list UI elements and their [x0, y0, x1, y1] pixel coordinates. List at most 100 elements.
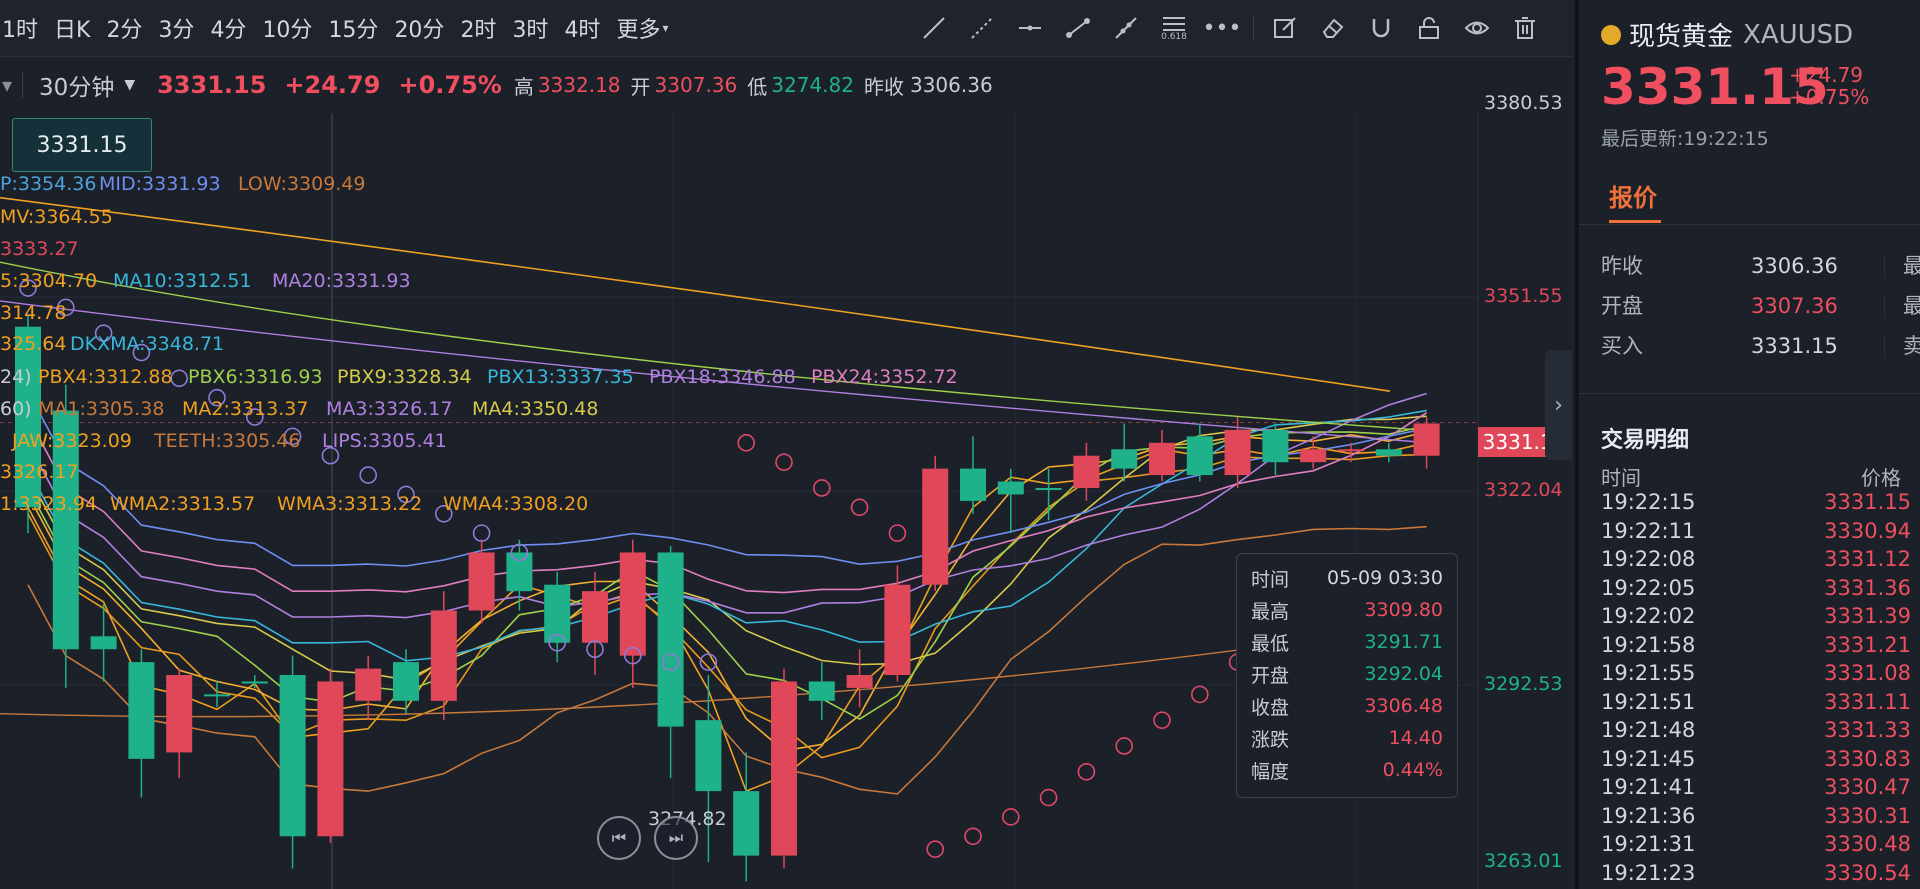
dashed-line-icon[interactable] — [965, 11, 999, 45]
high-value: 3332.18 — [537, 73, 621, 97]
candle-body — [166, 675, 193, 753]
indicator-value: WMA2:3313.57 — [110, 493, 256, 515]
chevron-down-icon[interactable]: ▾ — [2, 73, 12, 97]
indicator-value: DKXMA:3348.71 — [70, 333, 225, 355]
quote-extra-key: 最 — [1903, 294, 1920, 318]
trade-time: 19:21:23 — [1601, 860, 1696, 885]
trade-row: 19:21:55 3331.08 — [1601, 661, 1911, 690]
gold-coin-icon — [1601, 24, 1621, 45]
segment-line-icon[interactable] — [1061, 11, 1095, 45]
drawing-tools: 0.618 ••• — [917, 0, 1542, 56]
chevron-down-icon[interactable]: ▼ — [124, 77, 135, 93]
trash-icon[interactable] — [1508, 11, 1542, 45]
timeframe-2[interactable]: 2分 — [106, 12, 142, 44]
indicator-value: 3326.17 — [0, 461, 79, 483]
sar-dot — [1191, 685, 1209, 704]
indicator-value: JAW:3323.09 — [12, 430, 132, 452]
price-axis-label: 3322.04 — [1484, 479, 1563, 501]
tooltip-row: 最低 3291.71 — [1237, 626, 1457, 658]
horizontal-line-icon[interactable] — [1013, 11, 1047, 45]
trade-time: 19:21:45 — [1601, 746, 1696, 771]
sar-dot — [1153, 711, 1171, 729]
trades-title: 交易明细 — [1601, 428, 1690, 453]
trade-row: 19:21:45 3330.83 — [1601, 747, 1911, 776]
candle-body — [771, 681, 797, 856]
candle-body — [1338, 449, 1364, 452]
trade-row: 19:22:15 3331.15 — [1601, 490, 1911, 519]
more-dots-icon[interactable]: ••• — [1203, 11, 1242, 45]
candle-body — [90, 636, 117, 650]
tooltip-value: 14.40 — [1388, 727, 1443, 749]
indicator-value: MA20:3331.93 — [272, 270, 411, 292]
divider — [1579, 393, 1920, 394]
timeframe-11[interactable]: 更多 — [616, 12, 660, 44]
divider — [1884, 256, 1885, 278]
timeframe-toolbar: 1时 日K 2分 3分 4分 10分 15分 20分 2时 3时 4时 更多 ▾ 0.618 ••• — [0, 0, 1572, 57]
extend-line-icon[interactable] — [1109, 11, 1143, 45]
candle-body — [582, 591, 608, 643]
tooltip-value: 3309.80 — [1364, 599, 1443, 621]
tooltip-value: 0.44% — [1382, 759, 1443, 781]
timeframe-10[interactable]: 4时 — [564, 12, 600, 44]
trade-time: 19:21:31 — [1601, 832, 1696, 856]
trade-row: 19:21:41 3330.47 — [1601, 775, 1911, 804]
timeframe-list: 1时 日K 2分 3分 4分 10分 15分 20分 2时 3时 4时 更多 ▾ — [0, 12, 668, 44]
scroll-back-button[interactable]: ⏮ — [597, 816, 641, 860]
divider — [22, 72, 24, 98]
quote-key: 买入 — [1601, 334, 1643, 358]
trade-price: 3330.48 — [1824, 832, 1911, 856]
price-change-pct: +0.75% — [398, 71, 502, 99]
indicator-value: 314.78 — [0, 302, 67, 324]
sar-dot — [170, 369, 188, 388]
tooltip-key: 最低 — [1251, 632, 1290, 655]
timeframe-9[interactable]: 3时 — [512, 12, 548, 44]
period-select[interactable]: 30分钟 — [39, 68, 114, 102]
indicator-value: MA2:3313.37 — [182, 398, 309, 420]
indicator-value: MA1:3305.38 — [38, 398, 165, 420]
tab-quote[interactable]: 报价 — [1609, 178, 1657, 213]
candle-body — [1413, 423, 1440, 456]
indicator-value: MA4:3350.48 — [472, 398, 599, 420]
timeframe-7[interactable]: 20分 — [394, 12, 444, 44]
timeframe-1[interactable]: 日K — [54, 12, 90, 44]
candle-tooltip: 时间 05-09 03:30 最高 3309.80 最低 3291.71 开盘 3292.04… — [1236, 553, 1458, 798]
trade-time: 19:21:51 — [1601, 689, 1696, 714]
trade-row: 19:21:36 3330.31 — [1601, 804, 1911, 833]
scroll-forward-button[interactable]: ⏭ — [654, 816, 698, 860]
ray-line-icon[interactable] — [917, 11, 951, 45]
fibonacci-icon[interactable]: 0.618 — [1157, 11, 1191, 45]
note-icon[interactable] — [1268, 11, 1302, 45]
indicator-value: P:3354.36 — [0, 173, 97, 195]
price-axis-label: 3351.55 — [1484, 285, 1563, 307]
tooltip-value: 3306.48 — [1364, 695, 1443, 717]
candle-body — [1375, 449, 1402, 456]
sar-dot — [888, 524, 907, 542]
indicator-value: 60) — [0, 398, 32, 420]
panel-toggle-button[interactable]: › — [1545, 350, 1572, 460]
indicator-value: MA10:3312.51 — [113, 270, 252, 292]
eye-icon[interactable] — [1460, 11, 1494, 45]
timeframe-5[interactable]: 10分 — [262, 12, 312, 44]
sar-dot — [737, 434, 756, 452]
sar-dot — [472, 524, 491, 542]
timeframe-8[interactable]: 2时 — [460, 12, 496, 44]
indicator-value: LIPS:3305.41 — [322, 430, 447, 452]
col-time: 时间 — [1601, 466, 1641, 490]
trade-time: 19:22:02 — [1601, 604, 1696, 628]
timeframe-0[interactable]: 1时 — [2, 12, 38, 44]
tooltip-key: 开盘 — [1251, 664, 1290, 687]
eraser-icon[interactable] — [1316, 11, 1350, 45]
timeframe-6[interactable]: 15分 — [328, 12, 378, 44]
trade-price: 3331.08 — [1824, 661, 1911, 685]
trade-time: 19:21:58 — [1601, 632, 1696, 657]
magnet-icon[interactable] — [1364, 11, 1398, 45]
prev-close-label: 昨收 — [863, 74, 904, 99]
tooltip-value: 05-09 03:30 — [1326, 567, 1443, 589]
lock-icon[interactable] — [1412, 11, 1446, 45]
chevron-down-icon[interactable]: ▾ — [662, 21, 668, 35]
low-value: 3274.82 — [771, 73, 854, 97]
timeframe-3[interactable]: 3分 — [158, 12, 194, 44]
tooltip-rows: 时间 05-09 03:30 最高 3309.80 最低 3291.71 开盘 3292.04… — [1237, 554, 1457, 786]
timeframe-4[interactable]: 4分 — [210, 12, 246, 44]
tooltip-value: 3292.04 — [1364, 663, 1443, 685]
